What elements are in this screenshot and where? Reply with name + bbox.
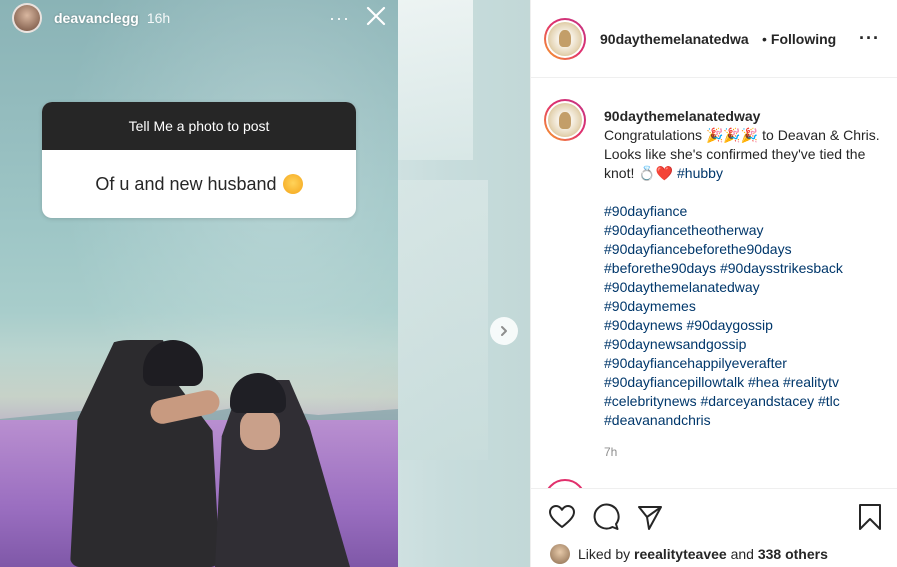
blurred-side <box>398 0 530 567</box>
story-more-icon[interactable]: ··· <box>329 8 350 29</box>
liker-username[interactable]: reealityteavee <box>634 546 727 562</box>
likes-summary: Liked by reealityteavee and 338 others <box>550 544 828 564</box>
author-avatar[interactable] <box>544 17 586 60</box>
close-icon[interactable] <box>364 4 388 28</box>
hashtag-line[interactable]: #90dayfiancetheotherway <box>604 221 889 240</box>
post-header: 90daythemelanatedwa • Following ··· <box>531 0 897 78</box>
following-button[interactable]: Following <box>771 31 836 47</box>
party-popper-icon: 🎉🎉🎉 <box>705 127 759 143</box>
next-image-button[interactable] <box>490 317 518 345</box>
post-sidebar: 90daythemelanatedwa • Following ··· 90da… <box>530 0 897 567</box>
question-sticker: Tell Me a photo to post Of u and new hus… <box>42 102 356 218</box>
more-options-icon[interactable]: ··· <box>859 28 880 49</box>
story-screenshot: deavanclegg 16h ··· Tell Me a photo to p… <box>0 0 398 567</box>
likes-count[interactable]: 338 others <box>758 546 828 562</box>
likes-and: and <box>730 546 754 562</box>
caption-avatar[interactable] <box>544 99 586 141</box>
caption-text: 90daythemelanatedway Congratulations 🎉🎉🎉… <box>604 107 889 430</box>
smiling-face-with-hearts-icon <box>282 174 303 194</box>
hashtag-line[interactable]: #90daymemes <box>604 297 889 316</box>
story-avatar[interactable] <box>12 3 42 33</box>
hashtag-line[interactable]: #deavanandchris <box>604 411 889 430</box>
chevron-right-icon <box>501 326 507 336</box>
author-username[interactable]: 90daythemelanatedwa <box>600 31 760 47</box>
story-username[interactable]: deavanclegg <box>54 10 139 26</box>
hashtag-line[interactable]: #90dayfiancehappilyeverafter <box>604 354 889 373</box>
story-header: deavanclegg 16h ··· <box>12 3 388 33</box>
caption-line: Congratulations <box>604 127 703 143</box>
answer-row: Of u and new husband <box>42 150 356 218</box>
liker-avatar[interactable] <box>550 544 570 564</box>
instagram-post: deavanclegg 16h ··· Tell Me a photo to p… <box>0 0 897 567</box>
hashtag-line[interactable]: #celebritynews #darceyandstacey #tlc <box>604 392 889 411</box>
share-icon[interactable] <box>636 503 664 531</box>
hashtag-line[interactable]: #90daythemelanatedway <box>604 278 889 297</box>
hashtag-line[interactable]: #90daynews #90daygossip <box>604 316 889 335</box>
hashtag-line[interactable]: #beforethe90days #90daysstrikesback <box>604 259 889 278</box>
question-text: Tell Me a photo to post <box>42 102 356 150</box>
hashtag-link[interactable]: #hubby <box>677 165 723 181</box>
action-bar: Liked by reealityteavee and 338 others <box>531 488 897 567</box>
hashtag-line[interactable]: #90daynewsandgossip <box>604 335 889 354</box>
comment-icon[interactable] <box>592 503 620 531</box>
hashtag-line[interactable]: #90dayfiance <box>604 202 889 221</box>
caption-username[interactable]: 90daythemelanatedway <box>604 107 889 126</box>
separator-dot: • <box>762 30 767 47</box>
face-woman <box>240 410 280 450</box>
story-time: 16h <box>146 10 171 26</box>
answer-text: Of u and new husband <box>95 173 277 194</box>
hashtag-line[interactable]: #90dayfiancepillowtalk #hea #realitytv <box>604 373 889 392</box>
post-media[interactable]: deavanclegg 16h ··· Tell Me a photo to p… <box>0 0 530 567</box>
caption-time: 7h <box>604 445 618 459</box>
heart-icon[interactable] <box>548 503 576 531</box>
ring-heart-icon: 💍❤️ <box>638 165 674 181</box>
bookmark-icon[interactable] <box>856 503 884 531</box>
hashtag-line[interactable]: #90dayfiancebeforethe90days <box>604 240 889 259</box>
likes-prefix: Liked by <box>578 546 631 562</box>
